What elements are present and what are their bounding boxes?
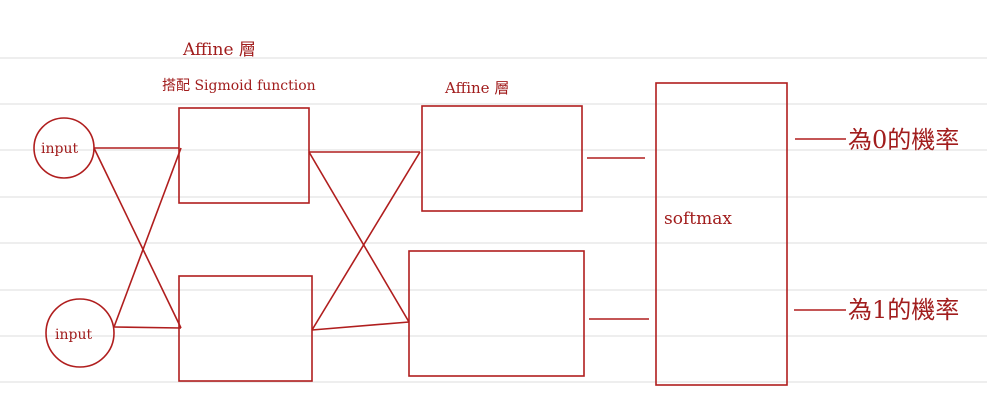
affine2-box-bottom (408, 250, 585, 377)
affine1-subtitle: 搭配 Sigmoid function (162, 78, 316, 94)
input-label-bottom: input (55, 327, 92, 343)
affine2-title: Affine 層 (444, 79, 509, 97)
affine2-box-top (421, 105, 583, 212)
input-label-top: input (41, 141, 78, 157)
affine1-title: Affine 層 (182, 40, 256, 60)
affine1-box-top (178, 107, 310, 204)
connections-affine2-softmax (587, 157, 649, 320)
softmax-box (655, 82, 788, 386)
connections-input-affine1 (93, 147, 182, 329)
output-1-label: 為1的機率 (848, 296, 959, 324)
affine1-box-bottom (178, 275, 313, 382)
network-diagram: Affine 層 搭配 Sigmoid function Affine 層 so… (0, 40, 987, 386)
connections-affine1-affine2 (308, 151, 421, 331)
connections-softmax-outputs (794, 138, 846, 311)
output-0-label: 為0的機率 (848, 126, 959, 154)
softmax-label: softmax (664, 209, 732, 229)
